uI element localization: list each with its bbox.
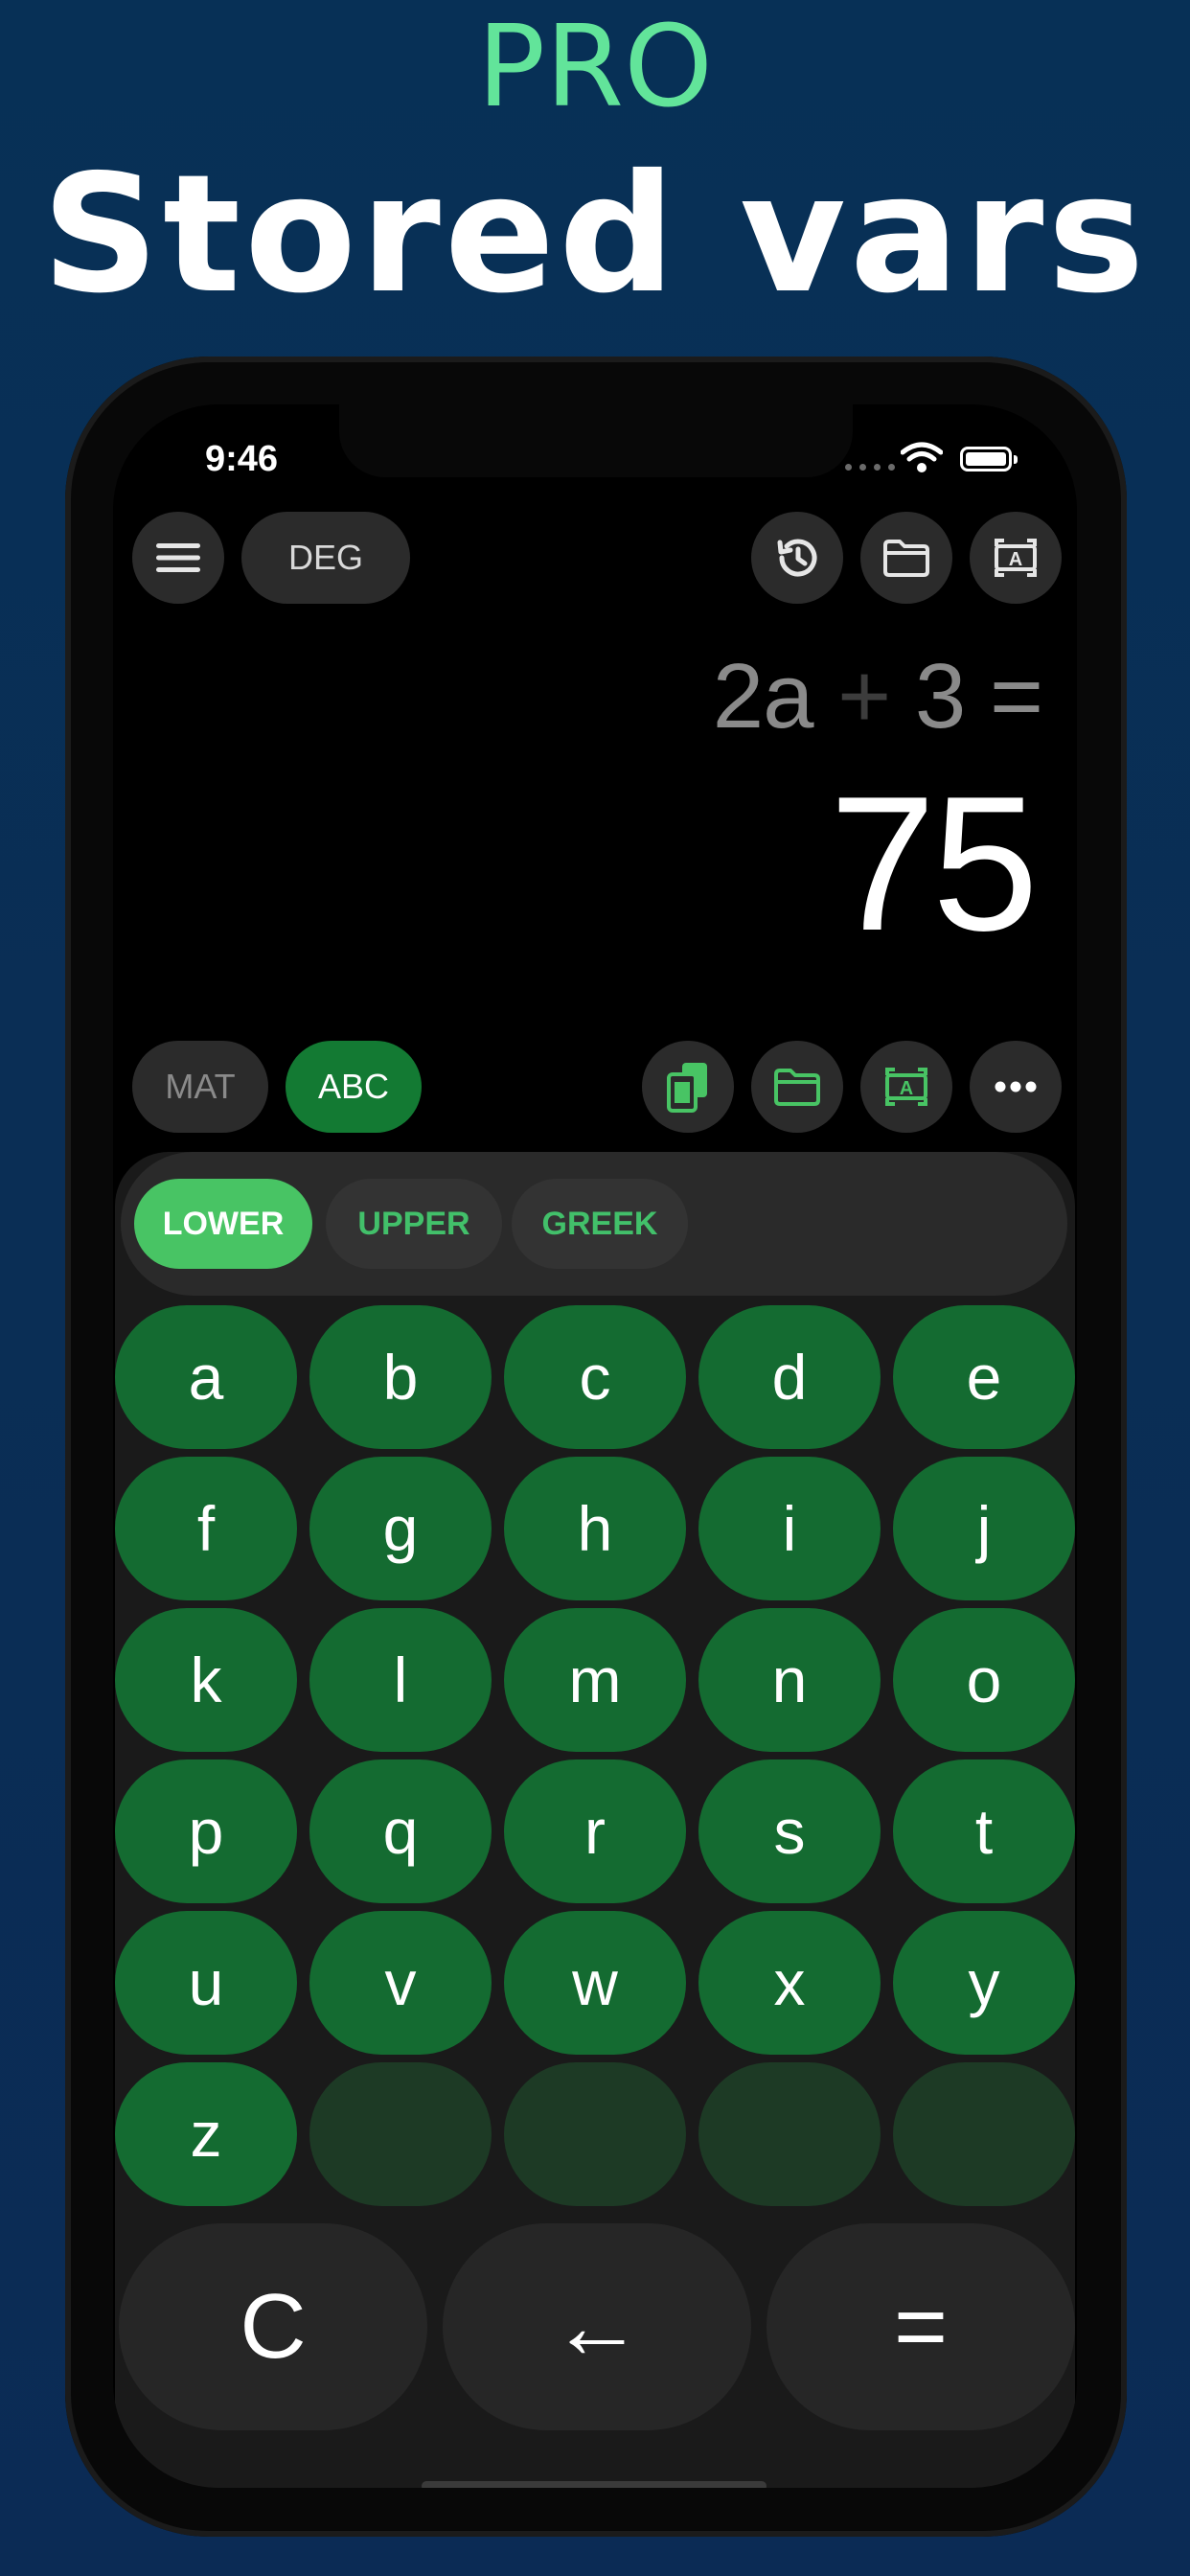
- key-a[interactable]: a: [115, 1305, 297, 1449]
- tab-lower[interactable]: LOWER: [134, 1179, 312, 1269]
- backspace-button[interactable]: ←: [443, 2223, 751, 2430]
- case-segmented-control: LOWER UPPER GREEK: [121, 1152, 1067, 1296]
- key-t[interactable]: t: [893, 1760, 1075, 1903]
- key-f[interactable]: f: [115, 1457, 297, 1600]
- folder-button[interactable]: [860, 512, 952, 604]
- key-x[interactable]: x: [698, 1911, 881, 2055]
- key-s[interactable]: s: [698, 1760, 881, 1903]
- key-e[interactable]: e: [893, 1305, 1075, 1449]
- expression-lhs: 2a: [712, 645, 814, 748]
- empty-key: [698, 2062, 881, 2206]
- svg-text:A: A: [1009, 549, 1022, 570]
- more-dots-icon: [995, 1081, 1037, 1092]
- key-m[interactable]: m: [504, 1608, 686, 1752]
- key-h[interactable]: h: [504, 1457, 686, 1600]
- key-d[interactable]: d: [698, 1305, 881, 1449]
- variables-button[interactable]: A: [970, 512, 1062, 604]
- key-q[interactable]: q: [309, 1760, 492, 1903]
- key-i[interactable]: i: [698, 1457, 881, 1600]
- notch: [339, 404, 853, 477]
- key-w[interactable]: w: [504, 1911, 686, 2055]
- history-icon: [777, 539, 817, 577]
- app-screen: 9:46 DEG A 2a + 3 = 75 MAT ABC A LOWER U…: [113, 404, 1077, 2488]
- history-button[interactable]: [751, 512, 843, 604]
- key-v[interactable]: v: [309, 1911, 492, 2055]
- green-variables-button[interactable]: A: [860, 1041, 952, 1133]
- paste-button[interactable]: [642, 1041, 734, 1133]
- angle-mode-button[interactable]: DEG: [241, 512, 410, 604]
- key-n[interactable]: n: [698, 1608, 881, 1752]
- expression-rhs: 3: [914, 645, 966, 748]
- empty-key: [504, 2062, 686, 2206]
- tab-upper[interactable]: UPPER: [326, 1179, 502, 1269]
- more-button[interactable]: [970, 1041, 1062, 1133]
- expression-equals: =: [989, 645, 1043, 748]
- folder-icon: [774, 1069, 820, 1106]
- clear-button[interactable]: C: [119, 2223, 427, 2430]
- empty-key: [309, 2062, 492, 2206]
- key-y[interactable]: y: [893, 1911, 1075, 2055]
- key-g[interactable]: g: [309, 1457, 492, 1600]
- key-u[interactable]: u: [115, 1911, 297, 2055]
- key-k[interactable]: k: [115, 1608, 297, 1752]
- key-l[interactable]: l: [309, 1608, 492, 1752]
- promo-badge: PRO: [476, 0, 714, 132]
- tab-abc[interactable]: ABC: [286, 1041, 422, 1133]
- hamburger-icon: [156, 543, 200, 572]
- equals-button[interactable]: =: [767, 2223, 1075, 2430]
- tab-mat[interactable]: MAT: [132, 1041, 268, 1133]
- wifi-icon: [901, 442, 943, 472]
- menu-button[interactable]: [132, 512, 224, 604]
- key-o[interactable]: o: [893, 1608, 1075, 1752]
- home-indicator: [422, 2481, 767, 2488]
- result-display: 75: [829, 757, 1039, 971]
- key-p[interactable]: p: [115, 1760, 297, 1903]
- key-c[interactable]: c: [504, 1305, 686, 1449]
- variable-box-icon: A: [995, 539, 1037, 577]
- expression-operator: +: [837, 645, 891, 748]
- key-r[interactable]: r: [504, 1760, 686, 1903]
- empty-key: [893, 2062, 1075, 2206]
- tab-greek[interactable]: GREEK: [512, 1179, 688, 1269]
- expression-display: 2a + 3 =: [712, 644, 1043, 749]
- svg-text:A: A: [900, 1078, 913, 1099]
- key-z[interactable]: z: [115, 2062, 297, 2206]
- promo-title: Stored vars: [41, 140, 1149, 330]
- key-b[interactable]: b: [309, 1305, 492, 1449]
- green-folder-button[interactable]: [751, 1041, 843, 1133]
- signal-icon: [845, 464, 895, 471]
- status-time: 9:46: [205, 439, 279, 479]
- variable-box-icon: A: [885, 1068, 927, 1106]
- key-j[interactable]: j: [893, 1457, 1075, 1600]
- folder-icon: [883, 540, 929, 577]
- clipboard-icon: [667, 1063, 707, 1113]
- battery-icon: [960, 447, 1018, 472]
